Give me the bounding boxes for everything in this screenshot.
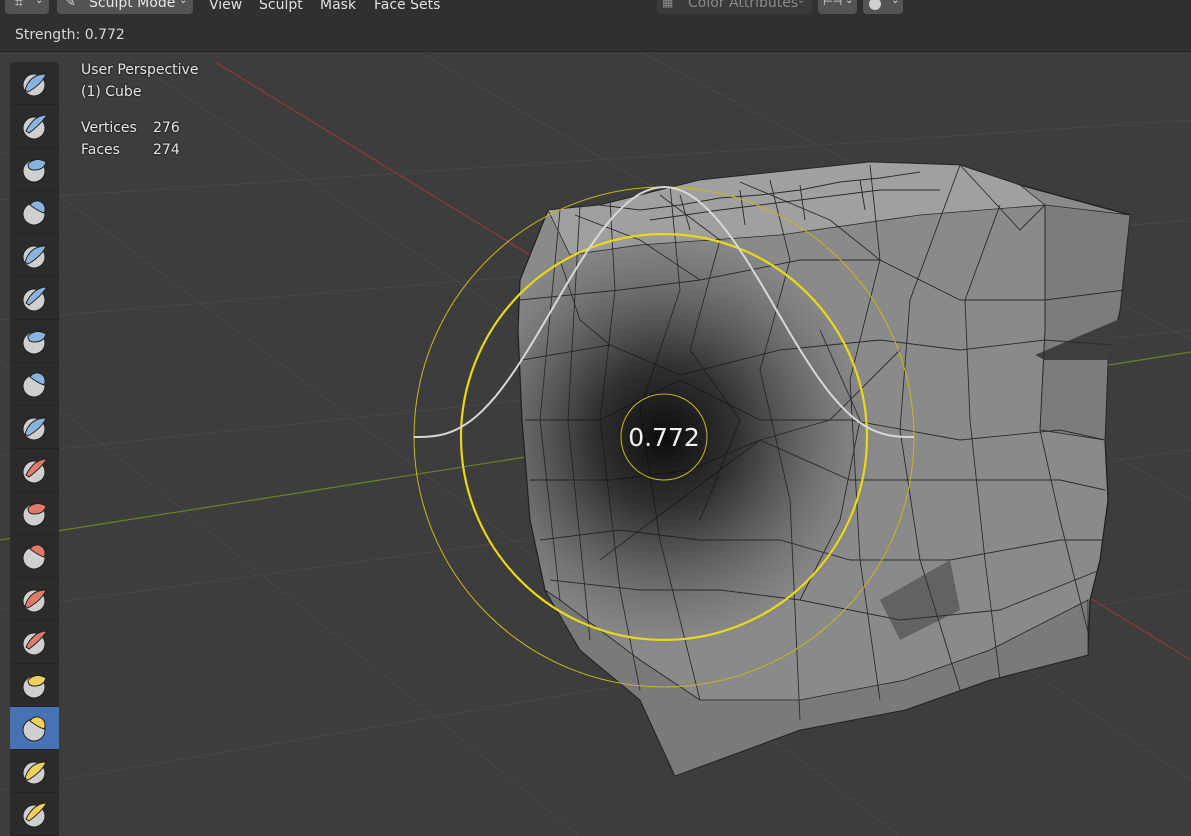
tool-draw-brush[interactable] bbox=[10, 62, 59, 105]
viewport-perspective-label: User Perspective bbox=[81, 62, 199, 78]
draw-brush-icon bbox=[22, 73, 47, 97]
header-bar: ⌗ ⌄ ✎ Sculpt Mode ⌄ View Sculpt Mask Fac… bbox=[0, 0, 1191, 18]
stat-faces-label: Faces bbox=[81, 142, 120, 158]
inflate-brush-icon bbox=[22, 330, 47, 355]
3d-viewport[interactable]: 0.772 User Perspective (1) Cube Vertices… bbox=[0, 52, 1191, 836]
snake-hook-brush-icon bbox=[22, 802, 48, 828]
menu-sculpt[interactable]: Sculpt bbox=[259, 0, 303, 15]
fill-brush-icon bbox=[22, 544, 46, 570]
tool-clay-brush[interactable] bbox=[10, 148, 59, 191]
editor-type-icon: ⌗ bbox=[15, 0, 23, 11]
tool-flatten-brush[interactable] bbox=[10, 492, 59, 535]
editor-type-button[interactable]: ⌗ ⌄ bbox=[5, 0, 49, 14]
chevron-down-icon: ⌄ bbox=[35, 0, 44, 6]
tool-clay-thumb-brush[interactable] bbox=[10, 234, 59, 277]
clay-brush-icon bbox=[22, 158, 47, 183]
viewport-canvas[interactable]: 0.772 bbox=[0, 52, 1191, 836]
chevron-down-icon: ⌄ bbox=[891, 0, 900, 6]
layer-brush-icon bbox=[22, 286, 48, 312]
elastic-deform-brush-icon bbox=[22, 761, 47, 785]
tool-smooth-brush[interactable] bbox=[10, 449, 59, 492]
color-attributes-label: Color Attributes bbox=[688, 0, 799, 11]
multiplane-scrape-brush-icon bbox=[22, 630, 48, 656]
mode-dropdown[interactable]: ✎ Sculpt Mode ⌄ bbox=[57, 0, 193, 14]
color-attributes-dropdown[interactable]: ▦ Color Attributes ⌄ bbox=[657, 0, 812, 14]
active-object-label: (1) Cube bbox=[81, 84, 142, 100]
sculpt-mesh[interactable] bbox=[454, 161, 1131, 777]
blob-brush-icon bbox=[22, 372, 46, 398]
sculpt-mode-icon: ✎ bbox=[65, 0, 76, 10]
pinch-brush-icon bbox=[22, 674, 47, 699]
tool-grab-brush[interactable] bbox=[10, 707, 59, 750]
mode-label: Sculpt Mode bbox=[89, 0, 176, 11]
tool-draw-sharp-brush[interactable] bbox=[10, 105, 59, 148]
strength-bar: Strength: 0.772 bbox=[0, 18, 1191, 52]
stat-vertices-value: 276 bbox=[153, 120, 180, 136]
tool-fill-brush[interactable] bbox=[10, 535, 59, 578]
grab-brush-icon bbox=[22, 716, 46, 742]
chevron-down-icon: ⌄ bbox=[845, 0, 854, 6]
tool-elastic-deform-brush[interactable] bbox=[10, 750, 59, 793]
menu-face-sets[interactable]: Face Sets bbox=[374, 0, 440, 15]
flatten-brush-icon bbox=[22, 502, 47, 527]
tool-shelf bbox=[10, 62, 59, 836]
scrape-brush-icon bbox=[22, 589, 47, 613]
chevron-down-icon: ⌄ bbox=[797, 0, 806, 6]
strength-readout: Strength: 0.772 bbox=[15, 27, 125, 43]
menu-view[interactable]: View bbox=[209, 0, 242, 15]
color-attributes-icon: ▦ bbox=[662, 0, 674, 9]
menu-mask[interactable]: Mask bbox=[320, 0, 356, 15]
tool-multiplane-scrape-brush[interactable] bbox=[10, 621, 59, 664]
chevron-down-icon: ⌄ bbox=[179, 0, 188, 6]
tool-clay-strips-brush[interactable] bbox=[10, 191, 59, 234]
tool-snake-hook-brush[interactable] bbox=[10, 793, 59, 836]
draw-sharp-brush-icon bbox=[22, 114, 48, 140]
tool-crease-brush[interactable] bbox=[10, 406, 59, 449]
symmetry-dropdown[interactable]: ⊢⊣ ⌄ bbox=[818, 0, 857, 14]
clay-strips-brush-icon bbox=[22, 200, 46, 226]
shading-dropdown[interactable]: ⌄ bbox=[863, 0, 903, 14]
clay-thumb-brush-icon bbox=[22, 245, 47, 269]
tool-blob-brush[interactable] bbox=[10, 363, 59, 406]
tool-inflate-brush[interactable] bbox=[10, 320, 59, 363]
strength-value-label: 0.772 bbox=[628, 423, 700, 452]
tool-pinch-brush[interactable] bbox=[10, 664, 59, 707]
tool-scrape-brush[interactable] bbox=[10, 578, 59, 621]
crease-brush-icon bbox=[22, 417, 47, 441]
tool-layer-brush[interactable] bbox=[10, 277, 59, 320]
stat-faces-value: 274 bbox=[153, 142, 180, 158]
smooth-brush-icon bbox=[22, 458, 48, 484]
solid-shading-icon bbox=[869, 0, 881, 10]
mirror-icon: ⊢⊣ bbox=[823, 0, 843, 8]
stat-vertices-label: Vertices bbox=[81, 120, 137, 136]
